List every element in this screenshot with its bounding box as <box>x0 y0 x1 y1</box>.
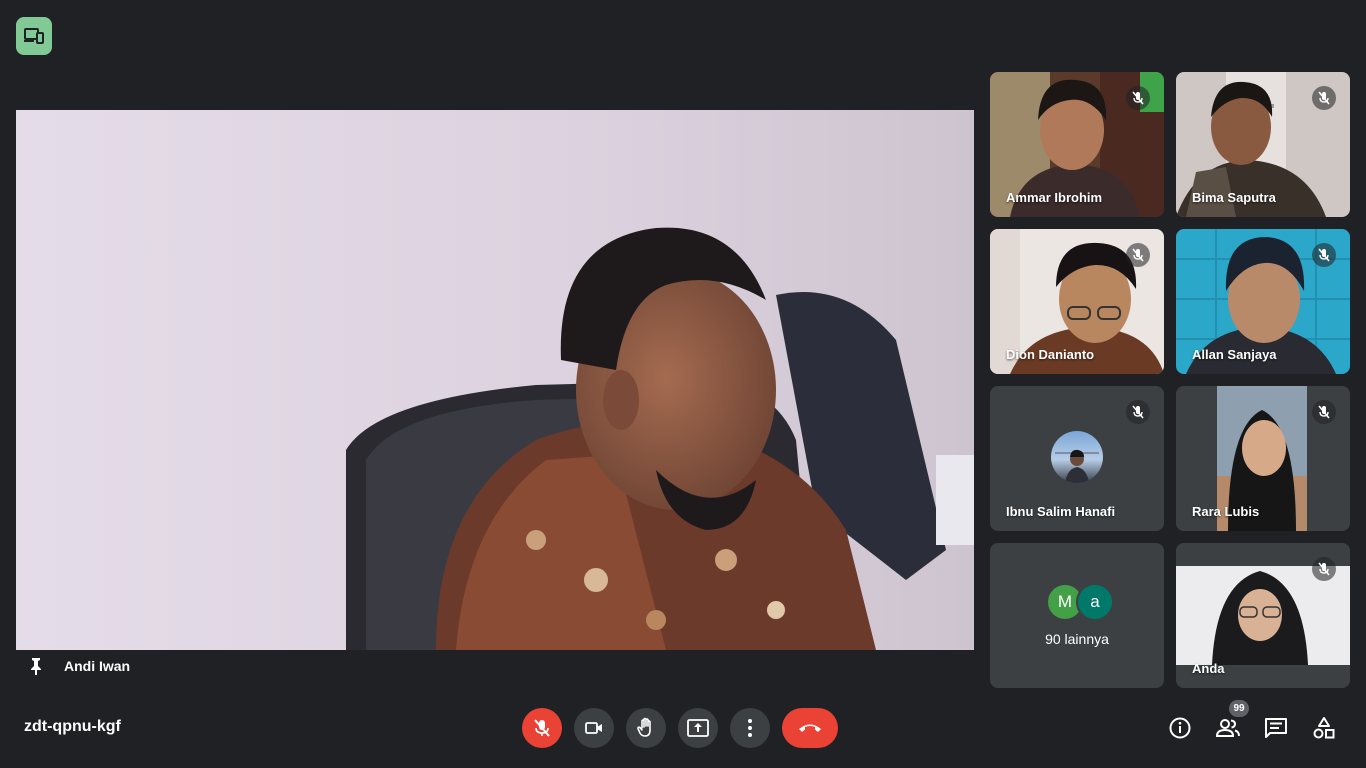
chat-icon <box>1265 718 1287 738</box>
participant-name: Allan Sanjaya <box>1192 347 1277 362</box>
participant-tile[interactable]: Rara Lubis <box>1176 386 1350 531</box>
people-count-badge: 99 <box>1229 700 1249 717</box>
main-speaker-name: Andi Iwan <box>64 658 131 674</box>
present-screen-icon <box>687 719 709 737</box>
participant-name: Anda <box>1192 661 1225 676</box>
camera-toggle-button[interactable] <box>574 708 614 748</box>
mic-off-icon <box>534 719 550 737</box>
participant-name: Dion Danianto <box>1006 347 1095 362</box>
activities-icon <box>1313 717 1335 739</box>
mic-off-icon <box>1126 243 1150 267</box>
present-button[interactable] <box>678 708 718 748</box>
activities-button[interactable] <box>1310 714 1338 742</box>
participant-tile[interactable]: Allan Sanjaya <box>1176 229 1350 374</box>
avatar <box>1051 431 1103 483</box>
participant-tile[interactable]: Ibnu Salim Hanafi <box>990 386 1164 531</box>
devices-icon <box>24 28 44 44</box>
participant-name: Ibnu Salim Hanafi <box>1006 504 1116 519</box>
participant-name: Ammar Ibrohim <box>1006 190 1103 205</box>
self-tile[interactable]: Anda <box>1176 543 1350 688</box>
main-video-frame <box>16 110 974 650</box>
chat-button[interactable] <box>1262 714 1290 742</box>
meeting-info-button[interactable] <box>1166 714 1194 742</box>
mic-off-icon <box>1312 243 1336 267</box>
mic-toggle-button[interactable] <box>522 708 562 748</box>
people-button[interactable] <box>1214 714 1242 742</box>
more-participants-label: 90 lainnya <box>1045 631 1109 647</box>
hand-icon <box>637 717 651 737</box>
participant-tile[interactable]: Ammar Ibrohim <box>990 72 1164 217</box>
mic-off-icon <box>1312 86 1336 110</box>
participant-name: Rara Lubis <box>1192 504 1260 519</box>
mic-off-icon <box>1126 86 1150 110</box>
people-icon <box>1215 719 1240 737</box>
mic-off-icon <box>1126 400 1150 424</box>
participant-tile[interactable]: Bima Saputra <box>1176 72 1350 217</box>
more-avatars: M a <box>1046 583 1116 621</box>
main-video <box>16 110 974 650</box>
mic-off-icon <box>1312 557 1336 581</box>
more-vert-icon <box>748 719 752 737</box>
raise-hand-button[interactable] <box>626 708 666 748</box>
participant-name: Bima Saputra <box>1192 190 1276 205</box>
videocam-icon <box>585 722 602 734</box>
pin-icon[interactable] <box>26 656 46 676</box>
meeting-code: zdt-qpnu-kgf <box>24 718 121 735</box>
info-icon <box>1169 717 1191 739</box>
more-options-button[interactable] <box>730 708 770 748</box>
call-end-icon <box>799 724 821 732</box>
more-participants-tile[interactable]: M a 90 lainnya <box>990 543 1164 688</box>
participant-tile[interactable]: Dion Danianto <box>990 229 1164 374</box>
devices-badge[interactable] <box>16 17 52 55</box>
avatar: a <box>1076 583 1114 621</box>
end-call-button[interactable] <box>782 708 838 748</box>
mic-off-icon <box>1312 400 1336 424</box>
